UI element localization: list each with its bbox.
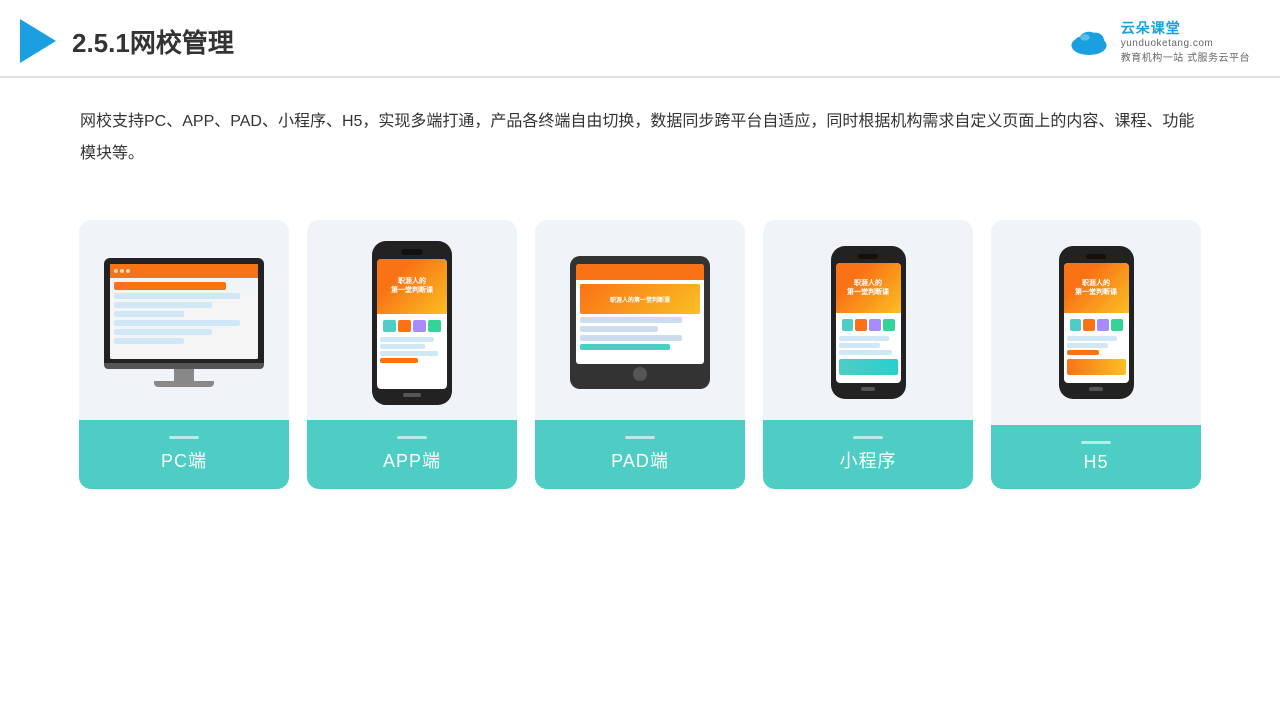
- logo-name: 云朵课堂: [1121, 18, 1181, 38]
- card-pad-label: PAD端: [535, 420, 745, 489]
- app-screen-content: [377, 314, 447, 366]
- mini-phone-screen: 职涯人的第一堂判断课: [836, 263, 901, 383]
- h5-phone-screen: 职涯人的第一堂判断课: [1064, 263, 1129, 383]
- h5-grid-icons: [1067, 316, 1126, 334]
- app-phone-notch: [401, 249, 423, 255]
- app-phone-outer: 职涯人的第一堂判断课: [372, 241, 452, 405]
- app-image-area: 职涯人的第一堂判断课: [307, 220, 517, 420]
- logo-cloud-icon: [1065, 23, 1113, 59]
- description-text: 网校支持PC、APP、PAD、小程序、H5，实现多端打通，产品各终端自由切换，数…: [0, 78, 1280, 180]
- mini-phone-home: [861, 387, 875, 391]
- play-icon: [20, 19, 56, 63]
- app-screen-img: 职涯人的第一堂判断课: [377, 259, 447, 314]
- mini-grid-icons: [839, 316, 898, 334]
- logo-sub: 教育机构一站 式服务云平台: [1121, 49, 1250, 64]
- mini-screen-img: 职涯人的第一堂判断课: [836, 263, 901, 313]
- header: 2.5.1网校管理 云朵课堂 yunduoketang.com 教育机构一站 式…: [0, 0, 1280, 78]
- pc-stand-neck: [174, 369, 194, 381]
- h5-screen-img: 职涯人的第一堂判断课: [1064, 263, 1129, 313]
- logo-text: 云朵课堂 yunduoketang.com 教育机构一站 式服务云平台: [1121, 18, 1250, 64]
- pad-image-area: 职涯人的第一堂判断课: [535, 220, 745, 420]
- mini-phone-outer: 职涯人的第一堂判断课: [831, 246, 906, 399]
- pad-tablet-content: 职涯人的第一堂判断课: [576, 280, 704, 354]
- card-mini-label: 小程序: [763, 420, 973, 489]
- pc-mockup: [104, 258, 264, 387]
- pc-screen-outer: [104, 258, 264, 363]
- pad-tablet-outer: 职涯人的第一堂判断课: [570, 256, 710, 389]
- card-app-label: APP端: [307, 420, 517, 489]
- app-phone-mockup: 职涯人的第一堂判断课: [372, 241, 452, 405]
- card-miniprogram: 职涯人的第一堂判断课: [763, 220, 973, 489]
- card-app: 职涯人的第一堂判断课: [307, 220, 517, 489]
- h5-phone-home: [1089, 387, 1103, 391]
- h5-screen-content: [1064, 313, 1129, 380]
- pc-screen-bar: [110, 264, 258, 278]
- mini-screen-content: [836, 313, 901, 380]
- pad-tablet-bar: [576, 264, 704, 280]
- cards-section: PC端 职涯人的第一堂判断课: [0, 190, 1280, 509]
- mini-phone-mockup: 职涯人的第一堂判断课: [831, 246, 906, 399]
- card-h5-label: H5: [991, 425, 1201, 489]
- h5-image-area: 职涯人的第一堂判断课: [991, 220, 1201, 420]
- mini-phone-notch: [858, 254, 878, 259]
- pad-tablet-screen: 职涯人的第一堂判断课: [576, 264, 704, 364]
- pc-image-area: [79, 220, 289, 420]
- app-phone-screen: 职涯人的第一堂判断课: [377, 259, 447, 389]
- app-grid-icons: [380, 317, 444, 335]
- logo-area: 云朵课堂 yunduoketang.com 教育机构一站 式服务云平台: [1065, 18, 1250, 64]
- card-pad: 职涯人的第一堂判断课 PAD端: [535, 220, 745, 489]
- pc-screen-inner: [110, 264, 258, 359]
- pc-stand-base: [154, 381, 214, 387]
- pad-tablet-mockup: 职涯人的第一堂判断课: [570, 256, 710, 389]
- card-h5: 职涯人的第一堂判断课: [991, 220, 1201, 489]
- header-left: 2.5.1网校管理: [20, 19, 234, 63]
- mini-image-area: 职涯人的第一堂判断课: [763, 220, 973, 420]
- pad-home-btn: [633, 367, 647, 381]
- page-title: 2.5.1网校管理: [72, 23, 234, 60]
- h5-phone-mockup: 职涯人的第一堂判断课: [1059, 246, 1134, 399]
- card-pc-label: PC端: [79, 420, 289, 489]
- card-pc: PC端: [79, 220, 289, 489]
- pc-screen-content: [110, 264, 258, 359]
- logo-domain: yunduoketang.com: [1121, 38, 1214, 49]
- app-phone-home: [403, 393, 421, 397]
- h5-phone-notch: [1086, 254, 1106, 259]
- h5-phone-outer: 职涯人的第一堂判断课: [1059, 246, 1134, 399]
